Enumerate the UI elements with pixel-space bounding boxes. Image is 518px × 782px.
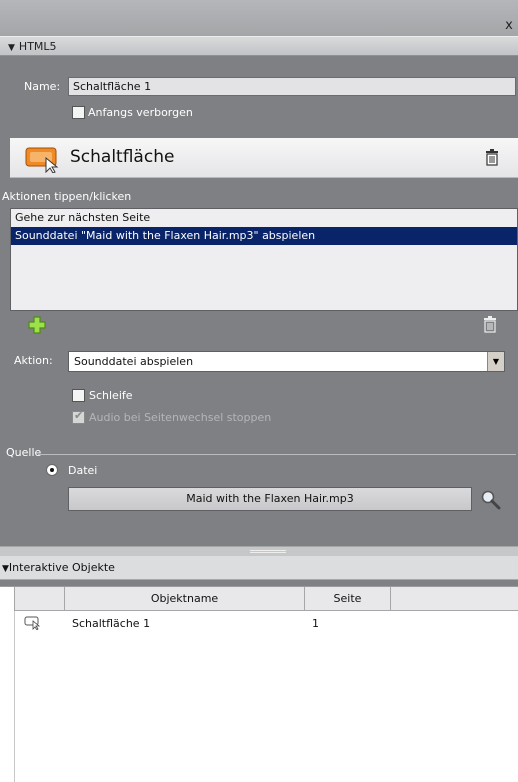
object-type-bar: Schaltfläche	[10, 138, 518, 178]
loop-checkbox[interactable]	[72, 389, 85, 402]
row-page-number: 1	[312, 617, 319, 630]
section-title: HTML5	[18, 40, 57, 53]
splitter-grip	[250, 550, 286, 553]
stop-audio-checkbox[interactable]	[72, 409, 85, 424]
source-divider	[38, 454, 516, 455]
interactive-objects-header[interactable]: ▼Interaktive Objekte	[0, 556, 518, 580]
actions-header: Aktionen tippen/klicken	[2, 190, 132, 203]
interactive-objects-title: Interaktive Objekte	[8, 561, 115, 574]
source-label: Quelle	[6, 446, 42, 459]
stop-audio-label: Audio bei Seitenwechsel stoppen	[89, 411, 272, 424]
action-dropdown-value: Sounddatei abspielen	[74, 355, 194, 368]
file-radio[interactable]	[46, 464, 58, 476]
hidden-label: Anfangs verborgen	[88, 106, 193, 119]
action-item-next-page[interactable]: Gehe zur nächsten Seite	[11, 209, 517, 227]
trash-icon[interactable]	[485, 149, 499, 166]
magnifier-icon[interactable]	[480, 489, 502, 511]
section-header-html5[interactable]: ▼ HTML5	[0, 36, 518, 56]
button-object-icon	[24, 616, 41, 630]
name-field[interactable]: Schaltfläche 1	[68, 77, 516, 96]
column-header-page[interactable]: Seite	[305, 587, 391, 610]
action-dropdown[interactable]: Sounddatei abspielen ▼	[68, 351, 505, 372]
collapse-arrow-icon: ▼	[8, 43, 15, 53]
hidden-checkbox[interactable]	[72, 106, 85, 119]
icon-column-header	[15, 587, 65, 610]
action-item-play-sound[interactable]: Sounddatei "Maid with the Flaxen Hair.mp…	[11, 227, 517, 245]
chevron-down-icon[interactable]: ▼	[487, 352, 504, 371]
action-label: Aktion:	[14, 354, 53, 367]
file-select-button[interactable]: Maid with the Flaxen Hair.mp3	[68, 487, 472, 511]
interactive-objects-table: Objektname Seite Schaltfläche 1 1	[0, 586, 518, 782]
panel-titlebar: x	[0, 0, 518, 36]
button-object-icon	[25, 147, 59, 173]
name-label: Name:	[24, 80, 61, 93]
table-header: Objektname Seite	[14, 587, 518, 611]
collapse-arrow-icon: ▼	[2, 564, 9, 574]
add-icon[interactable]	[28, 316, 46, 334]
file-radio-label: Datei	[68, 464, 98, 477]
table-row[interactable]: Schaltfläche 1 1	[14, 613, 518, 635]
loop-label: Schleife	[89, 389, 133, 402]
column-header-name[interactable]: Objektname	[65, 587, 305, 610]
table-left-border	[14, 611, 15, 782]
object-type-title: Schaltfläche	[70, 147, 175, 167]
row-object-name: Schaltfläche 1	[72, 617, 151, 630]
panel-splitter[interactable]	[0, 546, 518, 556]
close-icon[interactable]: x	[502, 19, 516, 34]
actions-list[interactable]: Gehe zur nächsten Seite Sounddatei "Maid…	[10, 208, 518, 311]
delete-action-icon[interactable]	[483, 316, 497, 333]
